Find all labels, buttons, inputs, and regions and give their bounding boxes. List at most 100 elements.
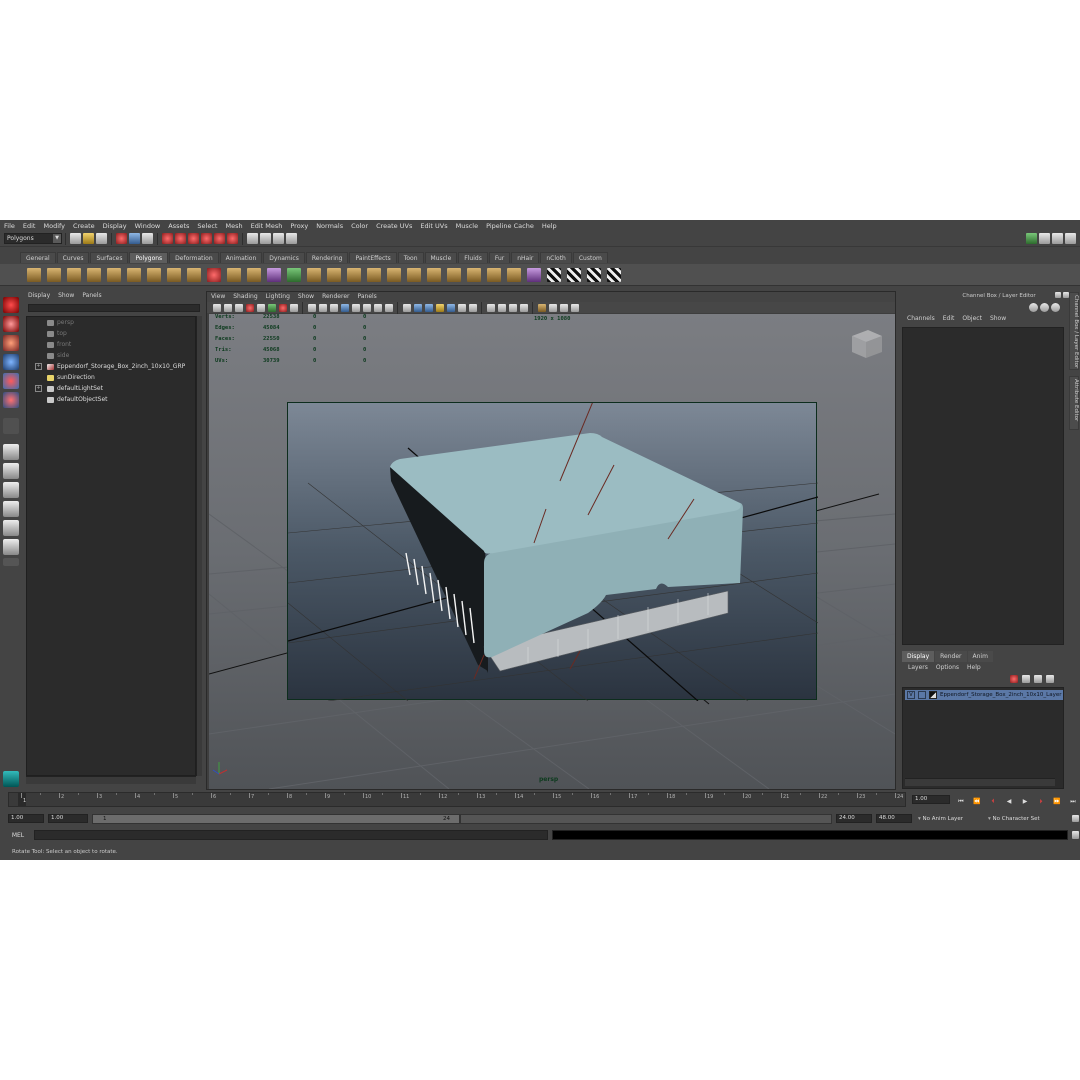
layer-playback-toggle[interactable]: [918, 691, 926, 699]
smooth-shade-icon[interactable]: [373, 303, 382, 312]
range-slider-bar[interactable]: 1 24: [92, 814, 460, 824]
2d-pan-zoom-icon[interactable]: [256, 303, 265, 312]
move-layer-up-icon[interactable]: [1010, 675, 1018, 683]
script-language-toggle[interactable]: MEL: [4, 831, 32, 840]
separate-icon[interactable]: [227, 267, 241, 282]
snap-plane-icon[interactable]: [201, 233, 212, 244]
menu-window[interactable]: Window: [131, 222, 165, 230]
menu-select[interactable]: Select: [193, 222, 221, 230]
shadows-icon[interactable]: [446, 303, 455, 312]
extract-icon[interactable]: [247, 267, 261, 282]
smooth-icon[interactable]: [267, 267, 281, 282]
tool-settings-icon[interactable]: [1052, 233, 1063, 244]
poly-pipe-icon[interactable]: [167, 267, 181, 282]
viewport-menu-shading[interactable]: Shading: [229, 292, 261, 302]
channel-box-menu-object[interactable]: Object: [958, 315, 986, 327]
play-forwards-icon[interactable]: ▶: [1018, 797, 1032, 806]
step-back-key-icon[interactable]: ⏴: [986, 797, 1000, 806]
render-layer-icon[interactable]: [3, 771, 19, 787]
shelf-tab-general[interactable]: General: [20, 252, 56, 263]
poly-torus-icon[interactable]: [127, 267, 141, 282]
wireframe-on-shaded-icon[interactable]: [402, 303, 411, 312]
image-plane-icon[interactable]: [245, 303, 254, 312]
layer-horizontal-scrollbar[interactable]: [905, 778, 1055, 786]
step-forward-frame-icon[interactable]: ⏩: [1050, 797, 1064, 806]
poly-cube-icon[interactable]: [47, 267, 61, 282]
fill-hole-icon[interactable]: [387, 267, 401, 282]
viewport-menu-renderer[interactable]: Renderer: [318, 292, 353, 302]
mirror-icon[interactable]: [307, 267, 321, 282]
select-object-icon[interactable]: [129, 233, 140, 244]
outliner-item[interactable]: side: [27, 350, 195, 361]
snap-grid-icon[interactable]: [162, 233, 173, 244]
menu-file[interactable]: File: [0, 222, 19, 230]
expand-icon[interactable]: +: [35, 385, 42, 392]
multisample-icon[interactable]: [508, 303, 517, 312]
snap-surface-icon[interactable]: [214, 233, 225, 244]
poly-cylinder-icon[interactable]: [67, 267, 81, 282]
poly-plane-icon[interactable]: [107, 267, 121, 282]
gamma-icon[interactable]: [559, 303, 568, 312]
channel-box-menu-channels[interactable]: Channels: [903, 315, 939, 327]
save-scene-icon[interactable]: [96, 233, 107, 244]
shelf-tab-animation[interactable]: Animation: [219, 252, 263, 263]
perspective-viewport[interactable]: Verts: 22538 0 0 Edges: 45084 0 0 Faces: 22550 0 0 T…: [209, 314, 895, 789]
shelf-tab-dynamics[interactable]: Dynamics: [263, 252, 305, 263]
color-management-icon[interactable]: [570, 303, 579, 312]
single-pane-layout-icon[interactable]: [3, 444, 19, 460]
channel-box-menu-show[interactable]: Show: [986, 315, 1010, 327]
create-empty-layer-icon[interactable]: [1022, 675, 1030, 683]
shelf-tab-curves[interactable]: Curves: [56, 252, 90, 263]
menu-assets[interactable]: Assets: [164, 222, 193, 230]
anim-start-field[interactable]: 1.00: [8, 814, 44, 823]
show-hide-toolbox-icon[interactable]: [1026, 233, 1037, 244]
menu-set-dropdown[interactable]: Polygons ▼: [4, 233, 62, 244]
shelf-tab-painteffects[interactable]: PaintEffects: [349, 252, 397, 263]
shelf-tab-custom[interactable]: Custom: [572, 252, 608, 263]
channel-box-icon[interactable]: [1029, 303, 1038, 312]
field-chart-icon[interactable]: [329, 303, 338, 312]
merge-icon[interactable]: [507, 267, 521, 282]
bevel-icon[interactable]: [467, 267, 481, 282]
poly-helix-icon[interactable]: [187, 267, 201, 282]
shelf-tab-surfaces[interactable]: Surfaces: [90, 252, 129, 263]
persp-graph-layout-icon[interactable]: [3, 520, 19, 536]
snap-curve-icon[interactable]: [175, 233, 186, 244]
outliner-search-field[interactable]: [28, 304, 200, 312]
hypershade-layout-icon[interactable]: [3, 539, 19, 555]
ipr-render-icon[interactable]: [273, 233, 284, 244]
viewcube-icon[interactable]: [846, 326, 886, 362]
layer-tab-anim[interactable]: Anim: [967, 651, 993, 662]
rotate-tool-icon[interactable]: [3, 373, 19, 389]
menu-color[interactable]: Color: [347, 222, 372, 230]
xray-icon[interactable]: [413, 303, 422, 312]
shelf-tab-muscle[interactable]: Muscle: [424, 252, 458, 263]
outliner-menu-show[interactable]: Show: [54, 292, 78, 302]
menu-help[interactable]: Help: [538, 222, 561, 230]
grease-pencil-icon[interactable]: [267, 303, 276, 312]
depth-of-field-icon[interactable]: [519, 303, 528, 312]
viewport-menu-lighting[interactable]: Lighting: [262, 292, 294, 302]
outliner-item[interactable]: defaultObjectSet: [27, 394, 195, 405]
layer-tab-render[interactable]: Render: [935, 651, 967, 662]
play-backwards-icon[interactable]: ◀: [1002, 797, 1016, 806]
step-forward-key-icon[interactable]: ⏵: [1034, 797, 1048, 806]
planar-mapping-icon[interactable]: [547, 267, 561, 282]
shelf-tab-fluids[interactable]: Fluids: [458, 252, 488, 263]
shelf-tab-rendering[interactable]: Rendering: [305, 252, 349, 263]
go-to-start-icon[interactable]: ⏮: [954, 797, 968, 806]
textured-icon[interactable]: [384, 303, 393, 312]
select-camera-icon[interactable]: [212, 303, 221, 312]
select-hierarchy-icon[interactable]: [116, 233, 127, 244]
boolean-icon[interactable]: [287, 267, 301, 282]
spherical-mapping-icon[interactable]: [587, 267, 601, 282]
two-pane-layout-icon[interactable]: [3, 482, 19, 498]
film-gate-icon[interactable]: [289, 303, 298, 312]
snap-live-icon[interactable]: [227, 233, 238, 244]
menu-edit-uvs[interactable]: Edit UVs: [416, 222, 451, 230]
extrude-icon[interactable]: [327, 267, 341, 282]
playback-end-field[interactable]: 24.00: [836, 814, 872, 823]
poly-pyramid-icon[interactable]: [147, 267, 161, 282]
scale-tool-icon[interactable]: [3, 392, 19, 408]
snap-point-icon[interactable]: [188, 233, 199, 244]
